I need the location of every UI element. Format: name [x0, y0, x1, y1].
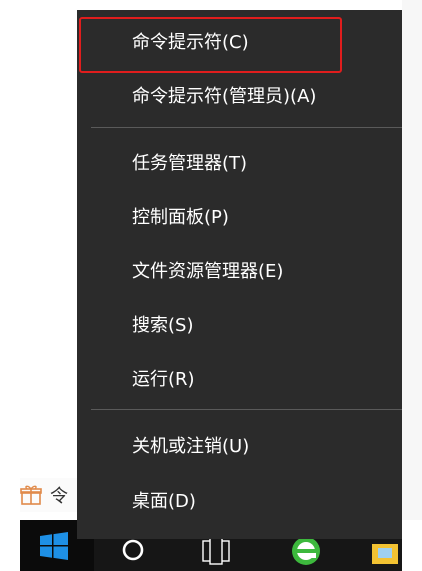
menu-item-label: 运行(R) — [132, 369, 195, 390]
menu-item-label: 任务管理器(T) — [132, 153, 248, 174]
menu-item-run[interactable]: 运行(R) — [77, 354, 402, 402]
menu-item-task-manager[interactable]: 任务管理器(T) — [77, 138, 402, 186]
menu-separator — [91, 127, 402, 128]
menu-item-label: 桌面(D) — [132, 491, 196, 512]
background-list-item[interactable]: 令 — [20, 478, 80, 512]
context-menu: 命令提示符(C) 命令提示符(管理员)(A) 任务管理器(T) 控制面板(P) … — [77, 10, 402, 539]
menu-item-control-panel[interactable]: 控制面板(P) — [77, 192, 402, 240]
menu-item-label: 命令提示符(C) — [132, 32, 249, 53]
menu-item-label: 关机或注销(U) — [132, 436, 250, 457]
menu-item-label: 控制面板(P) — [132, 207, 229, 228]
menu-item-desktop[interactable]: 桌面(D) — [77, 476, 402, 524]
menu-item-file-explorer[interactable]: 文件资源管理器(E) — [77, 246, 402, 294]
menu-item-command-prompt[interactable]: 命令提示符(C) — [77, 17, 402, 65]
background-list-item-text: 令 — [50, 486, 68, 507]
window-edge — [402, 0, 422, 520]
menu-separator — [91, 409, 402, 410]
menu-item-label: 命令提示符(管理员)(A) — [132, 86, 317, 107]
menu-item-search[interactable]: 搜索(S) — [77, 300, 402, 348]
windows-start-icon — [40, 532, 68, 560]
menu-item-command-prompt-admin[interactable]: 命令提示符(管理员)(A) — [77, 71, 402, 119]
menu-item-shutdown-signout[interactable]: 关机或注销(U) — [77, 421, 402, 469]
gift-icon — [20, 485, 42, 505]
menu-item-label: 搜索(S) — [132, 315, 194, 336]
menu-item-label: 文件资源管理器(E) — [132, 261, 284, 282]
